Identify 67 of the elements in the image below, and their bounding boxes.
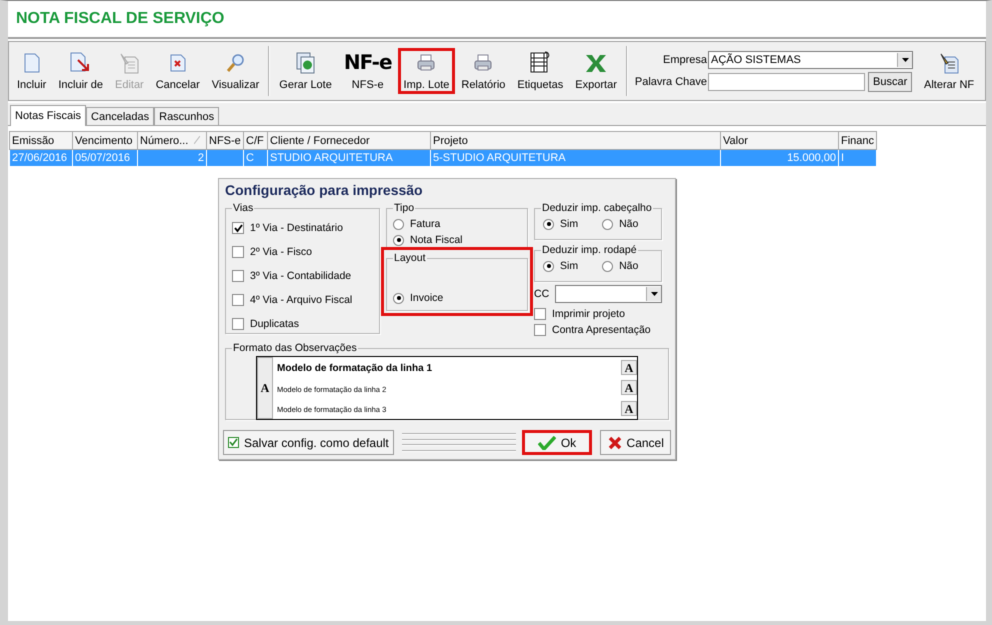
search-button[interactable]: Buscar <box>868 72 912 92</box>
toolbar-button[interactable]: Gerar Lote <box>273 48 338 94</box>
group-label: Deduzir imp. rodapé <box>541 244 638 256</box>
radio-label: Nota Fiscal <box>410 234 463 246</box>
font-button[interactable]: A <box>621 380 637 396</box>
radio-label: Invoice <box>410 292 444 304</box>
dialog-title: Configuração para impressão <box>225 182 424 198</box>
toolbar-button[interactable]: Visualizar <box>206 48 266 94</box>
table-cell: I <box>838 150 876 166</box>
radio-label: Sim <box>560 260 578 272</box>
toolbar-button[interactable]: Relatório <box>455 48 512 94</box>
toolbar-button[interactable]: Imp. Lote <box>398 48 456 94</box>
group-label: Vias <box>232 202 254 214</box>
tab[interactable]: Canceladas <box>86 107 154 125</box>
table-cell: 05/07/2016 <box>72 150 138 166</box>
logo: NF-e <box>344 50 392 74</box>
column-header[interactable]: NFS-e <box>206 132 244 150</box>
checkbox-label: 1º Via - Destinatário <box>250 222 343 234</box>
tab[interactable]: Notas Fiscais <box>10 105 86 126</box>
group-label: Deduzir imp. cabeçalho <box>541 202 653 214</box>
toolbar-button[interactable]: Cancelar <box>150 48 206 94</box>
window-title: NOTA FISCAL DE SERVIÇO <box>8 1 986 39</box>
table-cell: STUDIO ARQUITETURA <box>268 150 430 166</box>
font-button[interactable]: A <box>257 357 273 419</box>
tab[interactable]: Rascunhos <box>154 107 220 125</box>
column-header[interactable]: Valor <box>720 132 838 150</box>
table-cell: 2 <box>138 150 206 166</box>
group-label: Tipo <box>393 202 416 214</box>
checkbox-label: Contra Apresentação <box>552 324 651 336</box>
checkbox-label: 3º Via - Contabilidade <box>250 270 352 282</box>
column-header[interactable]: Financ <box>838 132 876 150</box>
toolbar-button[interactable]: Incluir <box>11 48 52 94</box>
radio-label: Não <box>619 260 638 272</box>
checkbox-label: Duplicatas <box>250 318 300 330</box>
table-cell: 15.000,00 <box>720 150 838 166</box>
toolbar-button[interactable]: Etiquetas <box>511 48 570 94</box>
company-label: Empresa <box>662 54 708 66</box>
company-dropdown[interactable]: AÇÃO SISTEMAS <box>708 50 914 68</box>
group-label: Layout <box>393 252 427 264</box>
column-header[interactable]: Número... <box>138 132 206 150</box>
cc-label: CC <box>534 288 550 300</box>
toolbar-button[interactable]: Incluir de <box>52 48 109 94</box>
table-cell: C <box>244 150 268 166</box>
toolbar-button[interactable]: Alterar NF <box>918 48 980 94</box>
group-label: Formato das Observações <box>232 342 358 354</box>
radio-label: Sim <box>560 218 578 230</box>
radio-label: Fatura <box>410 218 440 230</box>
column-header[interactable]: Cliente / Fornecedor <box>268 132 430 150</box>
column-header[interactable]: Emissão <box>10 132 72 150</box>
table-cell: 5-STUDIO ARQUITETURA <box>430 150 720 166</box>
toolbar-button[interactable]: Exportar <box>569 48 623 94</box>
column-header[interactable]: Vencimento <box>72 132 138 150</box>
font-button[interactable]: A <box>621 401 637 416</box>
cancel-button[interactable]: Cancel <box>600 430 671 455</box>
column-header[interactable]: Projeto <box>430 132 720 150</box>
column-header[interactable]: C/F <box>244 132 268 150</box>
toolbar-button[interactable]: NF-e NFS-e <box>338 48 398 94</box>
format-sample-text: Modelo de formatação da linha 1 <box>277 362 434 374</box>
font-button[interactable]: A <box>621 360 637 375</box>
table-cell: 27/06/2016 <box>10 150 72 166</box>
keyword-label: Palavra Chave <box>634 76 708 88</box>
save-default-button[interactable]: Salvar config. como default <box>223 430 394 455</box>
checkbox-label: 2º Via - Fisco <box>250 246 312 258</box>
checkbox-label: 4º Via - Arquivo Fiscal <box>250 294 352 306</box>
ok-button[interactable]: Ok <box>522 430 592 455</box>
radio-label: Não <box>619 218 638 230</box>
checkbox-label: Imprimir projeto <box>552 308 625 320</box>
